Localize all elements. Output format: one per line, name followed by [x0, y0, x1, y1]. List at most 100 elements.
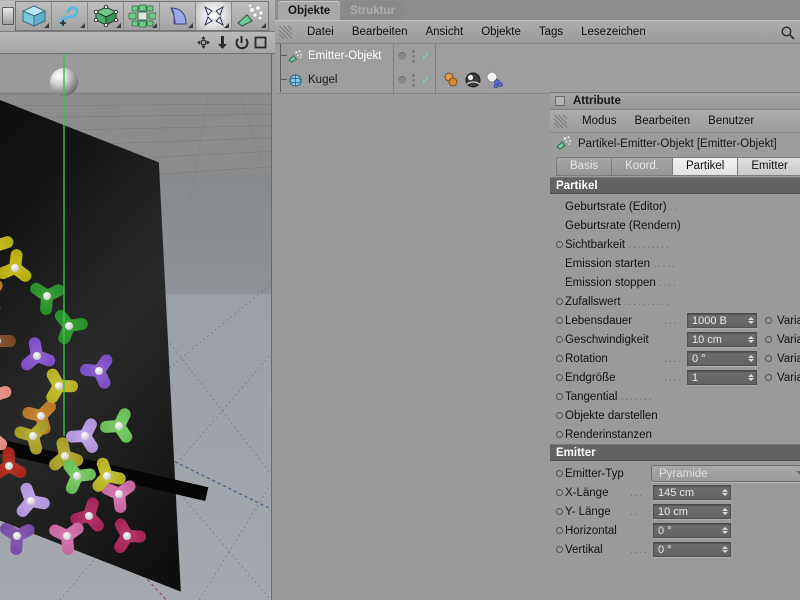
input-geschwindigkeit[interactable]: 10 cm — [687, 332, 757, 347]
animation-track-radio[interactable] — [556, 336, 563, 343]
animation-track-radio[interactable] — [765, 355, 772, 362]
enabled-check-icon[interactable]: ✓ — [421, 51, 431, 61]
menu-datei[interactable]: Datei — [298, 20, 343, 44]
animation-track-radio[interactable] — [556, 393, 563, 400]
menu-bearbeiten[interactable]: Bearbeiten — [626, 109, 700, 133]
explosion-icon[interactable] — [196, 2, 232, 30]
animation-track-radio[interactable] — [556, 374, 563, 381]
tab-koord[interactable]: Koord. — [611, 157, 672, 176]
animation-track-radio[interactable] — [556, 431, 563, 438]
animation-track-radio[interactable] — [765, 317, 772, 324]
search-icon[interactable] — [780, 25, 796, 41]
frame-icon[interactable] — [251, 33, 270, 52]
spinner-arrows-icon[interactable] — [721, 487, 728, 498]
object-row-emitter[interactable]: Emitter-Objekt ✓ — [275, 44, 800, 68]
scale-axis-icon[interactable] — [213, 33, 232, 52]
animation-track-radio[interactable] — [556, 546, 563, 553]
particle-instance — [104, 514, 150, 558]
tab-objekte[interactable]: Objekte — [278, 1, 340, 20]
particle-emitter-icon[interactable] — [232, 2, 268, 30]
move-axis-icon[interactable] — [194, 33, 213, 52]
visibility-dot-icon[interactable] — [398, 52, 406, 60]
submenu-corner-icon — [80, 23, 85, 28]
input-x-laenge[interactable]: 145 cm — [653, 485, 731, 500]
spinner-arrows-icon[interactable] — [721, 506, 728, 517]
phong-tag-icon[interactable] — [485, 71, 503, 89]
layer-dots-icon[interactable] — [412, 50, 415, 63]
input-rotation[interactable]: 0 ° — [687, 351, 757, 366]
material-tag-icon[interactable] — [443, 71, 461, 89]
array-icon[interactable] — [124, 2, 160, 30]
tab-basis[interactable]: Basis — [556, 157, 611, 176]
dropdown-emitter-typ[interactable]: Pyramide — [651, 465, 800, 482]
animation-track-radio[interactable] — [556, 470, 563, 477]
submenu-corner-icon — [261, 23, 266, 28]
enabled-check-icon[interactable]: ✓ — [421, 75, 431, 85]
object-name-label: Emitter-Objekt — [308, 50, 382, 62]
tab-struktur[interactable]: Struktur — [340, 1, 405, 20]
row-spacer — [556, 203, 563, 210]
animation-track-radio[interactable] — [556, 508, 563, 515]
visibility-dot-icon[interactable] — [398, 76, 406, 84]
parameter-row-geschwindigkeit: Geschwindigkeit10 cmVariation0 % — [550, 330, 800, 349]
spinner-arrows-icon[interactable] — [747, 334, 754, 345]
variation-group-lebensdauer: Variation0 % — [765, 313, 800, 328]
panel-collapse-button[interactable] — [555, 96, 565, 106]
menu-tags[interactable]: Tags — [530, 20, 572, 44]
drag-grip-icon[interactable] — [279, 26, 292, 39]
tab-partikel[interactable]: Partikel — [672, 157, 737, 176]
spinner-arrows-icon[interactable] — [721, 525, 728, 536]
spinner-arrows-icon[interactable] — [747, 372, 754, 383]
partikel-parameter-rows: Geburtsrate (Editor)..2Geburtsrate (Rend… — [550, 194, 800, 444]
particle-hub — [13, 532, 21, 540]
sphere-object-icon — [287, 72, 304, 89]
object-manager-list[interactable]: Emitter-Objekt ✓ Kugel — [275, 44, 800, 94]
spinner-arrows-icon[interactable] — [747, 315, 754, 326]
perspective-viewport[interactable] — [0, 54, 272, 600]
menu-bearbeiten[interactable]: Bearbeiten — [343, 20, 417, 44]
animation-track-radio[interactable] — [556, 412, 563, 419]
spinner-arrows-icon[interactable] — [721, 544, 728, 555]
menu-lesezeichen[interactable]: Lesezeichen — [572, 20, 655, 44]
menu-benutzer[interactable]: Benutzer — [699, 109, 763, 133]
animation-track-radio[interactable] — [765, 336, 772, 343]
menu-modus[interactable]: Modus — [573, 109, 626, 133]
animation-track-radio[interactable] — [556, 241, 563, 248]
object-row-kugel[interactable]: Kugel ✓ — [275, 68, 800, 92]
input-lebensdauer[interactable]: 1000 B — [687, 313, 757, 328]
tab-emitter[interactable]: Emitter — [737, 157, 800, 176]
parameter-row-endgroesse: Endgröße.......1Variation0 % — [550, 368, 800, 387]
partial-tool-icon[interactable] — [0, 1, 16, 31]
animation-track-radio[interactable] — [556, 527, 563, 534]
bend-deformer-icon[interactable] — [160, 2, 196, 30]
input-horizontal[interactable]: 0 ° — [653, 523, 731, 538]
variation-group-geschwindigkeit: Variation0 % — [765, 332, 800, 347]
variation-label: Variation — [777, 315, 800, 327]
rotate-icon[interactable] — [232, 33, 251, 52]
texture-tag-icon[interactable] — [464, 71, 482, 89]
particle-instance — [14, 334, 60, 378]
spinner-arrows-icon[interactable] — [747, 353, 754, 364]
animation-track-radio[interactable] — [556, 298, 563, 305]
drag-grip-icon[interactable] — [554, 115, 567, 128]
input-endgroesse[interactable]: 1 — [687, 370, 757, 385]
animation-track-radio[interactable] — [556, 317, 563, 324]
cube-primitive-icon[interactable] — [16, 2, 52, 30]
animation-track-radio[interactable] — [556, 355, 563, 362]
parameter-label: Vertikal — [565, 544, 627, 556]
menu-ansicht[interactable]: Ansicht — [416, 20, 472, 44]
layer-dots-icon[interactable] — [412, 74, 415, 87]
spline-icon[interactable] — [52, 2, 88, 30]
parameter-label: Geburtsrate (Rendern) — [565, 220, 681, 232]
animation-track-radio[interactable] — [765, 374, 772, 381]
menu-objekte[interactable]: Objekte — [472, 20, 530, 44]
input-vertikal[interactable]: 0 ° — [653, 542, 731, 557]
particle-hub — [27, 497, 35, 505]
particle-instance — [0, 274, 12, 318]
animation-track-radio[interactable] — [556, 489, 563, 496]
parameter-row-emission-starten: Emission starten.....0 B — [550, 254, 800, 273]
input-y-laenge[interactable]: 10 cm — [653, 504, 731, 519]
hypernurbs-icon[interactable] — [88, 2, 124, 30]
particle-hub — [29, 432, 37, 440]
group-header-partikel: Partikel — [550, 177, 800, 194]
